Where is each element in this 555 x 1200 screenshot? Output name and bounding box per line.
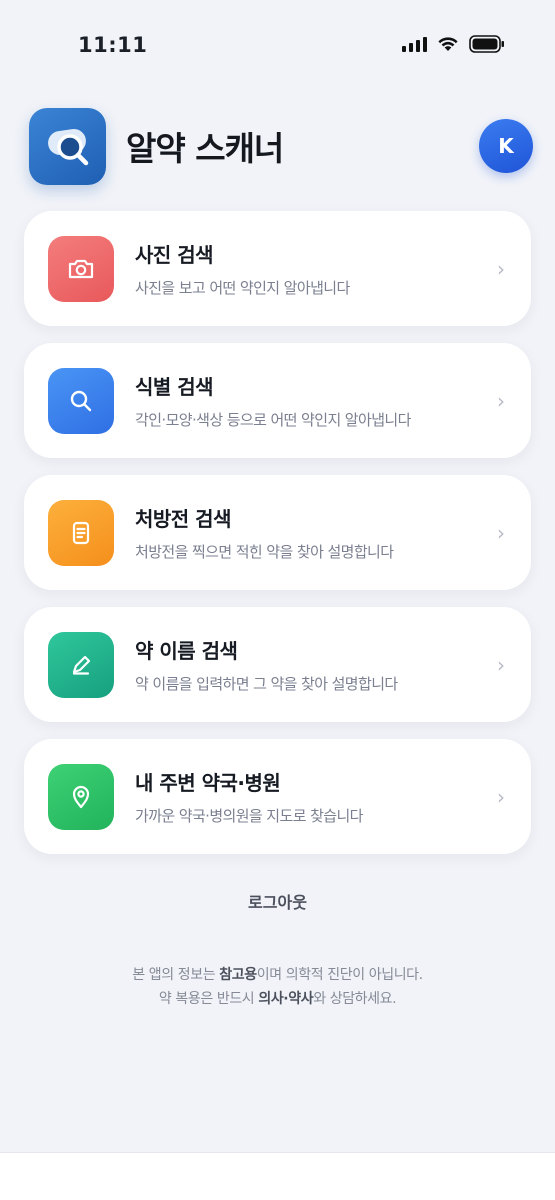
card-description: 약 이름을 입력하면 그 약을 찾아 설명합니다 bbox=[135, 675, 398, 693]
logout-button[interactable]: 로그아웃 bbox=[0, 889, 555, 913]
status-time: 11:11 bbox=[78, 33, 148, 57]
card-title: 식별 검색 bbox=[135, 375, 214, 399]
disclaimer-emphasis: 의사·약사 bbox=[258, 991, 314, 1007]
app-title: 알약 스캐너 bbox=[126, 129, 284, 168]
status-bar: 11:11 bbox=[0, 0, 555, 90]
location-pin-icon bbox=[48, 763, 114, 830]
disclaimer-line-2: 약 복용은 반드시 의사·약사와 상담하세요. bbox=[0, 987, 555, 1011]
disclaimer-text-segment: 와 상담하세요. bbox=[313, 991, 397, 1007]
card-title: 내 주변 약국·병원 bbox=[135, 771, 281, 795]
card-text: 식별 검색 각인·모양·색상 등으로 어떤 약인지 알아냅니다 bbox=[135, 371, 497, 430]
chevron-right-icon: › bbox=[497, 520, 505, 545]
card-text: 사진 검색 사진을 보고 어떤 약인지 알아냅니다 bbox=[135, 239, 497, 298]
app-screen: 11:11 알약 스캐너 K 사진 검색 사진을 보고 어떤 약인지 알아냅니다… bbox=[0, 0, 555, 1200]
card-description: 처방전을 찍으면 적힌 약을 찾아 설명합니다 bbox=[135, 543, 394, 561]
disclaimer-emphasis: 참고용 bbox=[219, 967, 257, 983]
card-description: 각인·모양·색상 등으로 어떤 약인지 알아냅니다 bbox=[135, 411, 411, 429]
camera-icon bbox=[48, 235, 114, 302]
disclaimer-text-segment: 본 앱의 정보는 bbox=[132, 967, 220, 983]
menu-card-identify-search[interactable]: 식별 검색 각인·모양·색상 등으로 어떤 약인지 알아냅니다 › bbox=[24, 343, 531, 458]
chevron-right-icon: › bbox=[497, 388, 505, 413]
menu-card-photo-search[interactable]: 사진 검색 사진을 보고 어떤 약인지 알아냅니다 › bbox=[24, 211, 531, 326]
menu-card-prescription-search[interactable]: 처방전 검색 처방전을 찍으면 적힌 약을 찾아 설명합니다 › bbox=[24, 475, 531, 590]
chevron-right-icon: › bbox=[497, 652, 505, 677]
menu-card-name-search[interactable]: 약 이름 검색 약 이름을 입력하면 그 약을 찾아 설명합니다 › bbox=[24, 607, 531, 722]
card-text: 약 이름 검색 약 이름을 입력하면 그 약을 찾아 설명합니다 bbox=[135, 635, 497, 694]
disclaimer-text: 본 앱의 정보는 참고용이며 의학적 진단이 아닙니다. 약 복용은 반드시 의… bbox=[0, 963, 555, 1011]
card-description: 가까운 약국·병의원을 지도로 찾습니다 bbox=[135, 807, 363, 825]
document-icon bbox=[48, 499, 114, 566]
bottom-bar bbox=[0, 1152, 555, 1200]
pencil-icon bbox=[48, 631, 114, 698]
battery-icon bbox=[469, 35, 505, 53]
disclaimer-line-1: 본 앱의 정보는 참고용이며 의학적 진단이 아닙니다. bbox=[0, 963, 555, 987]
card-title: 처방전 검색 bbox=[135, 507, 231, 531]
feature-menu: 사진 검색 사진을 보고 어떤 약인지 알아냅니다 › 식별 검색 각인·모양·… bbox=[24, 211, 531, 871]
card-text: 내 주변 약국·병원 가까운 약국·병의원을 지도로 찾습니다 bbox=[135, 767, 497, 826]
status-icons bbox=[402, 35, 505, 53]
menu-card-nearby-pharmacy[interactable]: 내 주변 약국·병원 가까운 약국·병의원을 지도로 찾습니다 › bbox=[24, 739, 531, 854]
app-header: 알약 스캐너 K bbox=[29, 107, 533, 185]
chevron-right-icon: › bbox=[497, 256, 505, 281]
profile-avatar-button[interactable]: K bbox=[479, 119, 533, 173]
card-title: 약 이름 검색 bbox=[135, 639, 238, 663]
wifi-icon bbox=[437, 36, 459, 52]
app-logo-icon bbox=[29, 107, 106, 185]
card-description: 사진을 보고 어떤 약인지 알아냅니다 bbox=[135, 279, 350, 297]
search-icon bbox=[48, 367, 114, 434]
cellular-signal-icon bbox=[402, 36, 427, 52]
card-text: 처방전 검색 처방전을 찍으면 적힌 약을 찾아 설명합니다 bbox=[135, 503, 497, 562]
card-title: 사진 검색 bbox=[135, 243, 214, 267]
disclaimer-text-segment: 약 복용은 반드시 bbox=[158, 991, 259, 1007]
chevron-right-icon: › bbox=[497, 784, 505, 809]
disclaimer-text-segment: 이며 의학적 진단이 아닙니다. bbox=[256, 967, 423, 983]
